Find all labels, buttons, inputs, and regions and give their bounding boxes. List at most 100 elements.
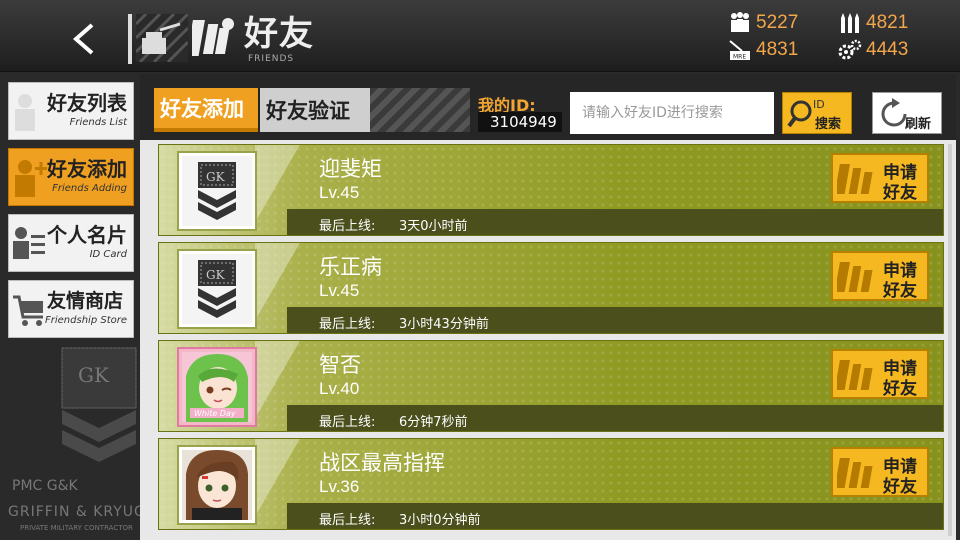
my-id-value: 3104949: [478, 112, 562, 132]
sidebar-item-friends-adding[interactable]: 好友添加 Friends Adding: [8, 148, 134, 206]
gears-icon: [838, 39, 862, 60]
page-title: 好友: [244, 14, 314, 54]
list-scrollbar[interactable]: [948, 144, 952, 536]
card-footer-band: [287, 405, 943, 431]
search-icon: [787, 100, 812, 128]
main-panel: 好友添加 好友验证 我的ID: 3104949 ID 搜索 刷新: [140, 74, 956, 540]
rations-icon-label: MRE: [733, 54, 746, 61]
search-button-id-label: ID: [813, 98, 825, 111]
ammo-value: 4821: [866, 12, 909, 33]
friends-module-logo-icon: [136, 14, 188, 62]
rations-resource: MRE 4831: [728, 38, 798, 62]
friend-card: GK 乐正病 Lv.45 最后上线: 3小时43分钟前 申请 好友: [158, 242, 944, 334]
brand-line-3: PRIVATE MILITARY CONTRACTOR: [20, 524, 133, 532]
ammo-icon: [841, 13, 859, 33]
friend-name: 智否: [319, 353, 361, 377]
brand-line-1: PMC G&K: [12, 478, 78, 494]
apply-button-line-2: 好友: [883, 183, 917, 203]
svg-text:GK: GK: [78, 363, 110, 387]
brown-hair-girl-avatar-icon: [182, 450, 252, 520]
friend-level: Lv.45: [319, 183, 360, 202]
apply-button-line-2: 好友: [883, 281, 917, 301]
search-button[interactable]: ID 搜索: [782, 92, 852, 134]
last-online-value: 6分钟7秒前: [399, 415, 468, 430]
friend-avatar[interactable]: GK: [177, 151, 257, 231]
last-online-value: 3天0小时前: [399, 219, 468, 234]
friend-name: 战区最高指挥: [319, 451, 445, 475]
sidebar: 好友列表 Friends List 好友添加 Friends Adding 个人…: [0, 72, 165, 540]
card-footer-band: [287, 209, 943, 235]
page-subtitle: FRIENDS: [248, 54, 295, 64]
last-online-value: 3小时0分钟前: [399, 513, 481, 528]
shopping-cart-icon: [13, 295, 43, 326]
tab-decoration: [370, 88, 470, 132]
sidebar-item-label: 个人名片: [47, 223, 127, 247]
friend-avatar[interactable]: [177, 445, 257, 525]
brand-emblem: GK PMC G&K GRIFFIN & KRYUGER PRIVATE MIL…: [0, 344, 165, 540]
tab-friend-adding[interactable]: 好友添加: [154, 88, 258, 132]
sidebar-item-friendship-store[interactable]: 友情商店 Friendship Store: [8, 280, 134, 338]
apply-button-line-2: 好友: [883, 379, 917, 399]
apply-friend-button[interactable]: 申请 好友: [831, 349, 929, 399]
sidebar-item-sublabel: Friends List: [69, 117, 127, 128]
refresh-button[interactable]: 刷新: [872, 92, 942, 134]
sidebar-item-id-card[interactable]: 个人名片 ID Card: [8, 214, 134, 272]
apply-friend-button[interactable]: 申请 好友: [831, 153, 929, 203]
tab-friend-verify[interactable]: 好友验证: [260, 88, 370, 132]
parts-value: 4443: [866, 39, 909, 60]
last-online-label: 最后上线:: [319, 513, 376, 528]
sidebar-item-label: 友情商店: [47, 290, 124, 312]
manpower-resource: 5227: [728, 11, 798, 35]
back-button[interactable]: [58, 16, 108, 62]
handshake-icon: [837, 360, 873, 390]
search-button-label: 搜索: [815, 117, 842, 132]
tab-bar: 好友添加 好友验证 我的ID: 3104949 ID 搜索 刷新: [140, 74, 956, 140]
add-person-icon: [15, 160, 47, 197]
last-online-label: 最后上线:: [319, 415, 376, 430]
ammo-resource: 4821: [838, 11, 908, 35]
chevron-left-icon: [72, 23, 94, 55]
friend-name: 迎斐矩: [319, 157, 382, 181]
handshake-icon: [837, 262, 873, 292]
last-online-value: 3小时43分钟前: [399, 317, 489, 332]
card-footer-band: [287, 307, 943, 333]
manpower-value: 5227: [756, 12, 799, 33]
friend-avatar[interactable]: GK: [177, 249, 257, 329]
gk-emblem-icon: GK: [61, 347, 137, 462]
green-hair-girl-avatar-icon: White Day: [182, 352, 252, 422]
rations-value: 4831: [756, 39, 799, 60]
person-icon: [15, 94, 35, 131]
last-online-label: 最后上线:: [319, 317, 376, 332]
id-card-icon: [13, 227, 45, 259]
title-separator: [128, 14, 132, 64]
handshake-icon: [837, 164, 873, 194]
apply-button-line-2: 好友: [883, 477, 917, 497]
svg-text:GK: GK: [206, 170, 226, 184]
parts-resource: 4443: [838, 38, 908, 62]
avatar-caption: White Day: [194, 409, 236, 418]
rations-icon: MRE: [729, 40, 750, 61]
manpower-icon: [731, 12, 749, 32]
card-footer-band: [287, 503, 943, 529]
friend-level: Lv.40: [319, 379, 360, 398]
sidebar-item-sublabel: ID Card: [89, 249, 127, 260]
refresh-button-label: 刷新: [905, 117, 932, 132]
friend-card: 战区最高指挥 Lv.36 最后上线: 3小时0分钟前 申请 好友: [158, 438, 944, 530]
friend-card: White Day 智否 Lv.40 最后上线: 6分钟7秒前 申请 好友: [158, 340, 944, 432]
gk-badge-avatar-icon: GK: [182, 156, 252, 226]
sidebar-item-label: 好友添加: [47, 157, 127, 181]
gk-badge-avatar-icon: GK: [182, 254, 252, 324]
friend-level: Lv.45: [319, 281, 360, 300]
apply-friend-button[interactable]: 申请 好友: [831, 447, 929, 497]
friend-avatar[interactable]: White Day: [177, 347, 257, 427]
sidebar-item-friends-list[interactable]: 好友列表 Friends List: [8, 82, 134, 140]
sidebar-item-label: 好友列表: [47, 91, 127, 115]
handshake-icon: [192, 18, 234, 56]
friend-level: Lv.36: [319, 477, 360, 496]
sidebar-item-sublabel: Friends Adding: [52, 183, 127, 194]
top-bar: 好友 FRIENDS 5227 4821 MRE 4831 4443: [0, 0, 960, 72]
friend-card: GK 迎斐矩 Lv.45 最后上线: 3天0小时前 申请 好友: [158, 144, 944, 236]
sidebar-item-sublabel: Friendship Store: [45, 315, 127, 326]
apply-friend-button[interactable]: 申请 好友: [831, 251, 929, 301]
friend-id-search-input[interactable]: [570, 92, 774, 134]
